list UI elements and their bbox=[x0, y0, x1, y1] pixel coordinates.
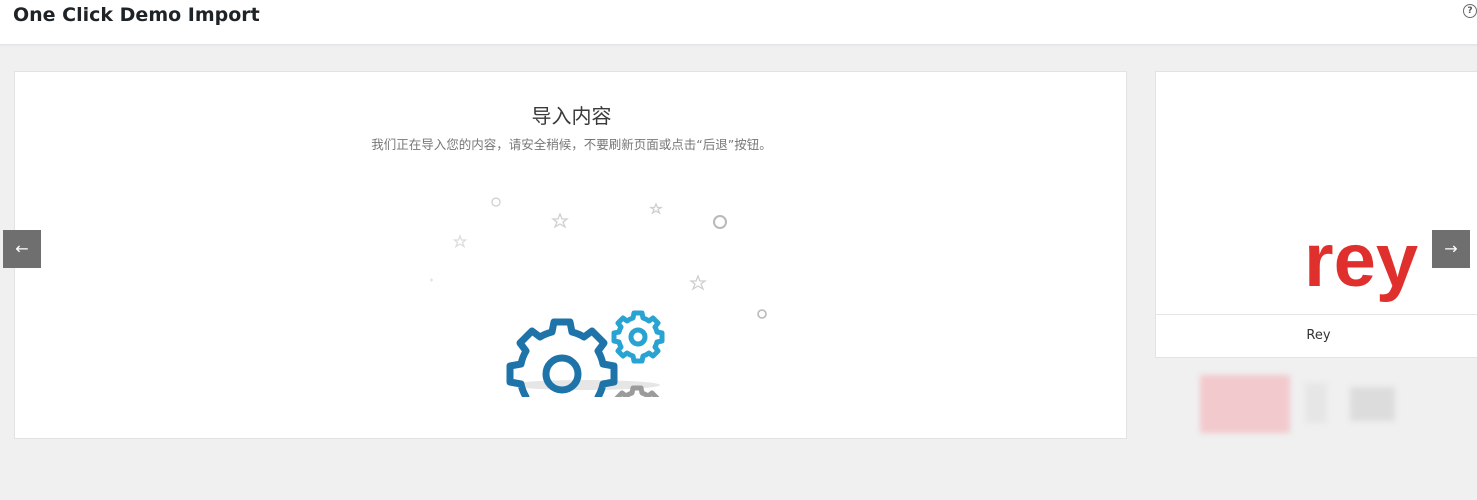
blurred-content bbox=[1200, 375, 1410, 433]
import-panel: 导入内容 我们正在导入您的内容，请安全稍候，不要刷新页面或点击“后退”按钮。 bbox=[14, 71, 1127, 439]
help-icon[interactable]: ? bbox=[1463, 4, 1477, 18]
top-bar: One Click Demo Import ? bbox=[0, 0, 1477, 45]
carousel-prev-button[interactable]: ← bbox=[3, 230, 41, 268]
demo-thumbnail[interactable]: rey bbox=[1156, 72, 1477, 315]
demo-card-rey[interactable]: rey Rey bbox=[1155, 71, 1477, 358]
app-title: One Click Demo Import bbox=[13, 4, 260, 26]
gears-illustration bbox=[410, 192, 780, 439]
import-subheading: 我们正在导入您的内容，请安全稍候，不要刷新页面或点击“后退”按钮。 bbox=[371, 137, 772, 152]
rey-logo-text: rey bbox=[1304, 228, 1418, 303]
carousel-next-button[interactable]: → bbox=[1432, 230, 1470, 268]
import-heading: 导入内容 bbox=[531, 104, 612, 128]
demo-name: Rey bbox=[1306, 328, 1331, 343]
gears-icon bbox=[430, 197, 767, 439]
